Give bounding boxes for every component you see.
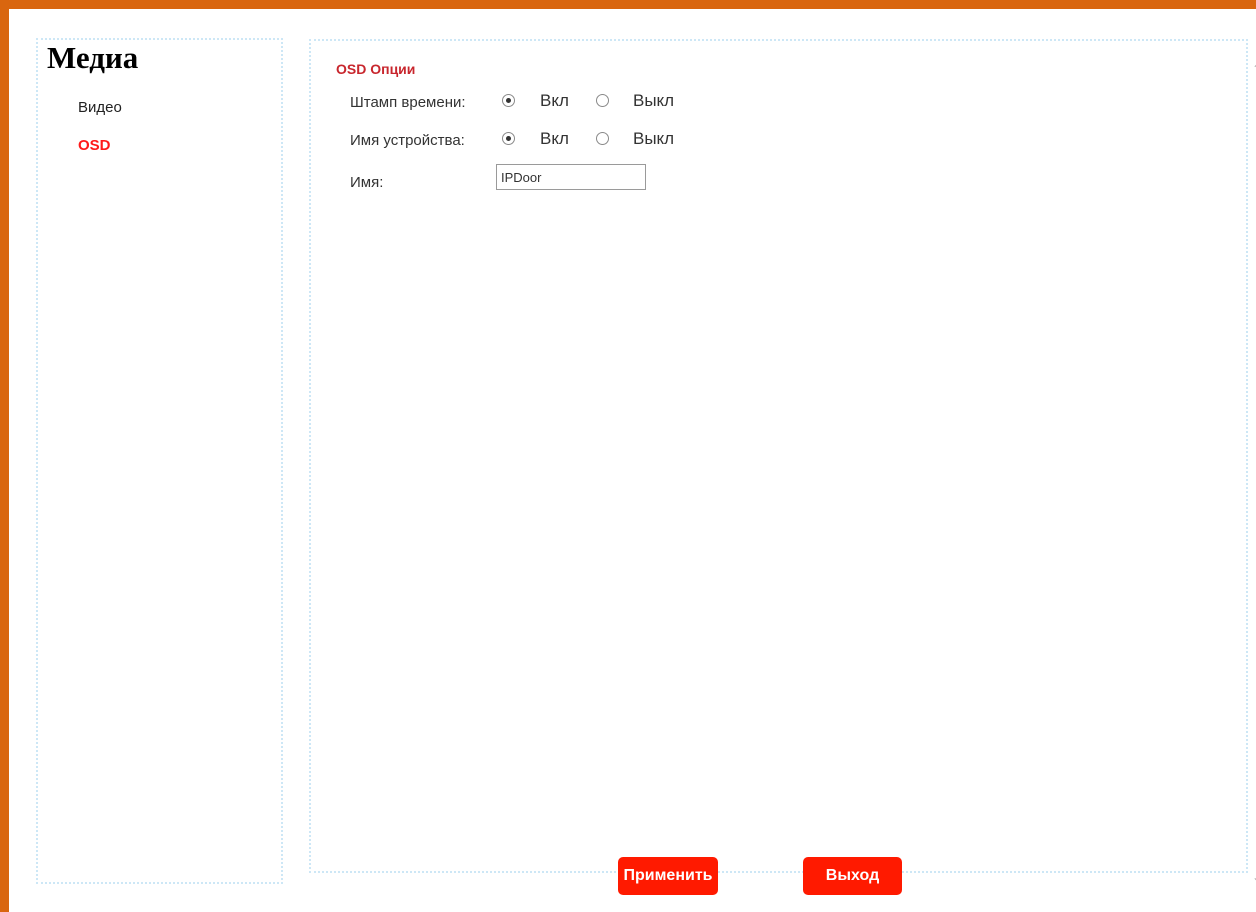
timestamp-on-radio[interactable] [502, 94, 515, 107]
timestamp-label: Штамп времени: [350, 94, 466, 111]
sidebar: Медиа Видео OSD [36, 38, 283, 884]
device-name-off-radio[interactable] [596, 132, 609, 145]
device-name-on-label[interactable]: Вкл [540, 129, 569, 149]
scrollbar[interactable]: ⌃ ⌄ [1249, 39, 1256, 891]
settings-panel: OSD Опции Штамп времени: Вкл Выкл Имя ус… [309, 39, 1248, 873]
sidebar-title: Медиа [47, 40, 139, 75]
device-name-label: Имя устройства: [350, 132, 465, 149]
timestamp-on-label[interactable]: Вкл [540, 91, 569, 111]
timestamp-off-label[interactable]: Выкл [633, 91, 674, 111]
chevron-up-icon[interactable]: ⌃ [1249, 61, 1256, 77]
timestamp-off-radio[interactable] [596, 94, 609, 107]
chevron-down-icon[interactable]: ⌄ [1249, 869, 1256, 885]
apply-button[interactable]: Применить [618, 857, 718, 895]
sidebar-item-video[interactable]: Видео [78, 99, 122, 117]
section-title: OSD Опции [336, 61, 416, 77]
exit-button[interactable]: Выход [803, 857, 902, 895]
name-label: Имя: [350, 174, 384, 191]
device-name-on-radio[interactable] [502, 132, 515, 145]
sidebar-item-osd[interactable]: OSD [78, 137, 111, 155]
app-frame: Медиа Видео OSD OSD Опции Штамп времени:… [0, 0, 1256, 912]
name-input[interactable] [496, 164, 646, 190]
device-name-off-label[interactable]: Выкл [633, 129, 674, 149]
